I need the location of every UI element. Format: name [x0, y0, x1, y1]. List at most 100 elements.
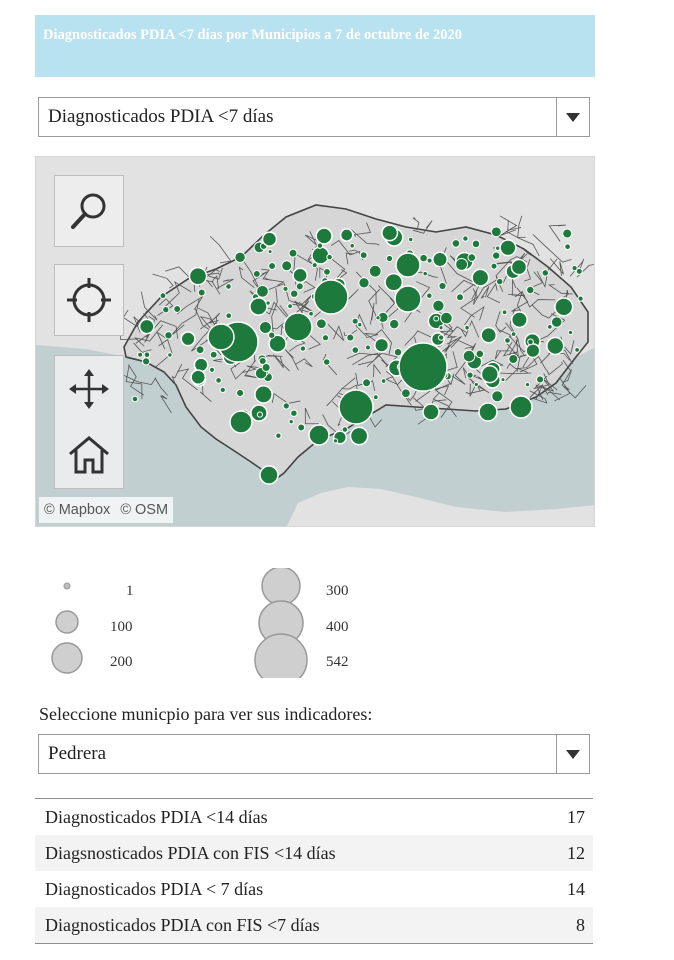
municipality-bubble[interactable] — [338, 389, 374, 425]
municipality-bubble[interactable] — [339, 228, 354, 242]
indicator-dropdown-arrow[interactable] — [556, 98, 589, 136]
municipality-bubble[interactable] — [316, 242, 324, 249]
municipality-bubble[interactable] — [283, 312, 313, 342]
municipality-bubble[interactable] — [229, 410, 253, 434]
municipality-bubble[interactable] — [546, 336, 565, 356]
municipality-bubble[interactable] — [215, 377, 222, 384]
municipality-bubble[interactable] — [433, 315, 440, 322]
municipality-bubble[interactable] — [341, 426, 349, 433]
municipality-bubble[interactable] — [180, 331, 196, 347]
municipality-bubble[interactable] — [162, 306, 170, 314]
municipality-bubble[interactable] — [261, 362, 271, 373]
municipality-bubble[interactable] — [313, 279, 349, 315]
indicator-dropdown[interactable]: Diagnosticados PDIA <7 días — [38, 97, 590, 137]
bubble-map[interactable]: © Mapbox © OSM — [35, 156, 595, 527]
municipality-bubble[interactable] — [322, 358, 331, 366]
municipality-bubble[interactable] — [495, 277, 504, 286]
municipality-bubble[interactable] — [267, 249, 273, 255]
municipality-bubble[interactable] — [275, 432, 282, 439]
municipality-bubble[interactable] — [234, 251, 246, 264]
municipality-bubble[interactable] — [225, 283, 232, 290]
municipality-bubble[interactable] — [159, 292, 167, 300]
municipality-bubble[interactable] — [440, 311, 453, 325]
municipality-bubble[interactable] — [359, 251, 368, 260]
municipality-bubble[interactable] — [225, 312, 233, 320]
municipality-bubble[interactable] — [393, 347, 403, 357]
municipality-bubble[interactable] — [438, 281, 447, 291]
municipality-bubble[interactable] — [475, 349, 485, 359]
municipality-bubble[interactable] — [510, 331, 517, 337]
municipality-bubble[interactable] — [207, 323, 235, 351]
municipality-bubble[interactable] — [282, 285, 289, 292]
municipality-bubble[interactable] — [219, 386, 226, 394]
municipality-bubble[interactable] — [131, 395, 139, 403]
municipio-dropdown[interactable]: Pedrera — [38, 734, 590, 774]
municipality-bubble[interactable] — [349, 242, 356, 249]
municipality-bubble[interactable] — [536, 375, 545, 384]
municipality-bubble[interactable] — [308, 424, 330, 446]
municipality-bubble[interactable] — [252, 269, 261, 278]
municipality-bubble[interactable] — [190, 369, 207, 386]
municipality-bubble[interactable] — [315, 227, 333, 245]
municipality-bubble[interactable] — [351, 346, 360, 354]
municipality-bubble[interactable] — [236, 388, 245, 398]
municipality-bubble[interactable] — [401, 388, 411, 399]
map-search-button[interactable] — [54, 175, 124, 247]
municipality-bubble[interactable] — [141, 357, 151, 366]
municipality-bubble[interactable] — [432, 299, 445, 312]
municipality-bubble[interactable] — [368, 264, 382, 278]
map-pan-button[interactable] — [68, 356, 110, 422]
municipality-bubble[interactable] — [261, 231, 278, 247]
map-locate-button[interactable] — [54, 264, 124, 336]
municipality-bubble[interactable] — [524, 381, 531, 388]
municipality-bubble[interactable] — [464, 324, 470, 331]
municipality-bubble[interactable] — [173, 305, 182, 313]
municipality-bubble[interactable] — [323, 268, 331, 276]
municipality-bubble[interactable] — [351, 317, 359, 325]
municipality-bubble[interactable] — [357, 322, 363, 328]
municipality-bubble[interactable] — [311, 246, 330, 265]
municipality-bubble[interactable] — [394, 285, 422, 313]
municipality-bubble[interactable] — [288, 419, 294, 425]
municipality-bubble[interactable] — [564, 243, 571, 251]
municipality-bubble[interactable] — [574, 347, 580, 353]
municipality-bubble[interactable] — [398, 342, 448, 392]
municipality-bubble[interactable] — [289, 289, 299, 298]
municipality-bubble[interactable] — [471, 268, 490, 287]
municipality-bubble[interactable] — [349, 426, 369, 446]
municipality-bubble[interactable] — [567, 329, 574, 336]
municipality-bubble[interactable] — [491, 390, 504, 403]
municipality-bubble[interactable] — [385, 254, 394, 263]
municipality-bubble[interactable] — [256, 411, 264, 418]
municipality-bubble[interactable] — [438, 325, 444, 331]
municipality-bubble[interactable] — [422, 270, 428, 277]
municipality-bubble[interactable] — [375, 315, 381, 321]
municipality-bubble[interactable] — [295, 282, 304, 291]
municipality-bubble[interactable] — [193, 357, 209, 373]
municipality-bubble[interactable] — [209, 350, 218, 359]
municipality-bubble[interactable] — [316, 318, 327, 330]
municipality-bubble[interactable] — [381, 224, 399, 242]
municipality-bubble[interactable] — [451, 239, 461, 248]
municipality-bubble[interactable] — [501, 309, 508, 316]
municipality-bubble[interactable] — [321, 334, 330, 342]
municipality-bubble[interactable] — [480, 326, 498, 344]
municipality-bubble[interactable] — [462, 349, 476, 363]
municipality-bubble[interactable] — [455, 293, 465, 302]
attribution-mapbox[interactable]: © Mapbox — [44, 502, 110, 518]
municipality-bubble[interactable] — [287, 303, 294, 310]
municipality-bubble[interactable] — [292, 267, 308, 284]
municipality-bubble[interactable] — [281, 260, 293, 272]
municipality-bubble[interactable] — [388, 318, 400, 330]
attribution-osm[interactable]: © OSM — [120, 502, 168, 518]
municipality-bubble[interactable] — [282, 402, 290, 410]
municipality-bubble[interactable] — [208, 366, 216, 373]
municipality-bubble[interactable] — [419, 253, 428, 263]
municipality-bubble[interactable] — [426, 257, 433, 264]
municipality-bubble[interactable] — [164, 331, 173, 340]
municipality-bubble[interactable] — [407, 236, 414, 243]
municipality-bubble[interactable] — [380, 378, 387, 384]
municipality-bubble[interactable] — [527, 338, 534, 346]
municipality-bubble[interactable] — [138, 318, 155, 335]
municipality-bubble[interactable] — [265, 300, 271, 306]
